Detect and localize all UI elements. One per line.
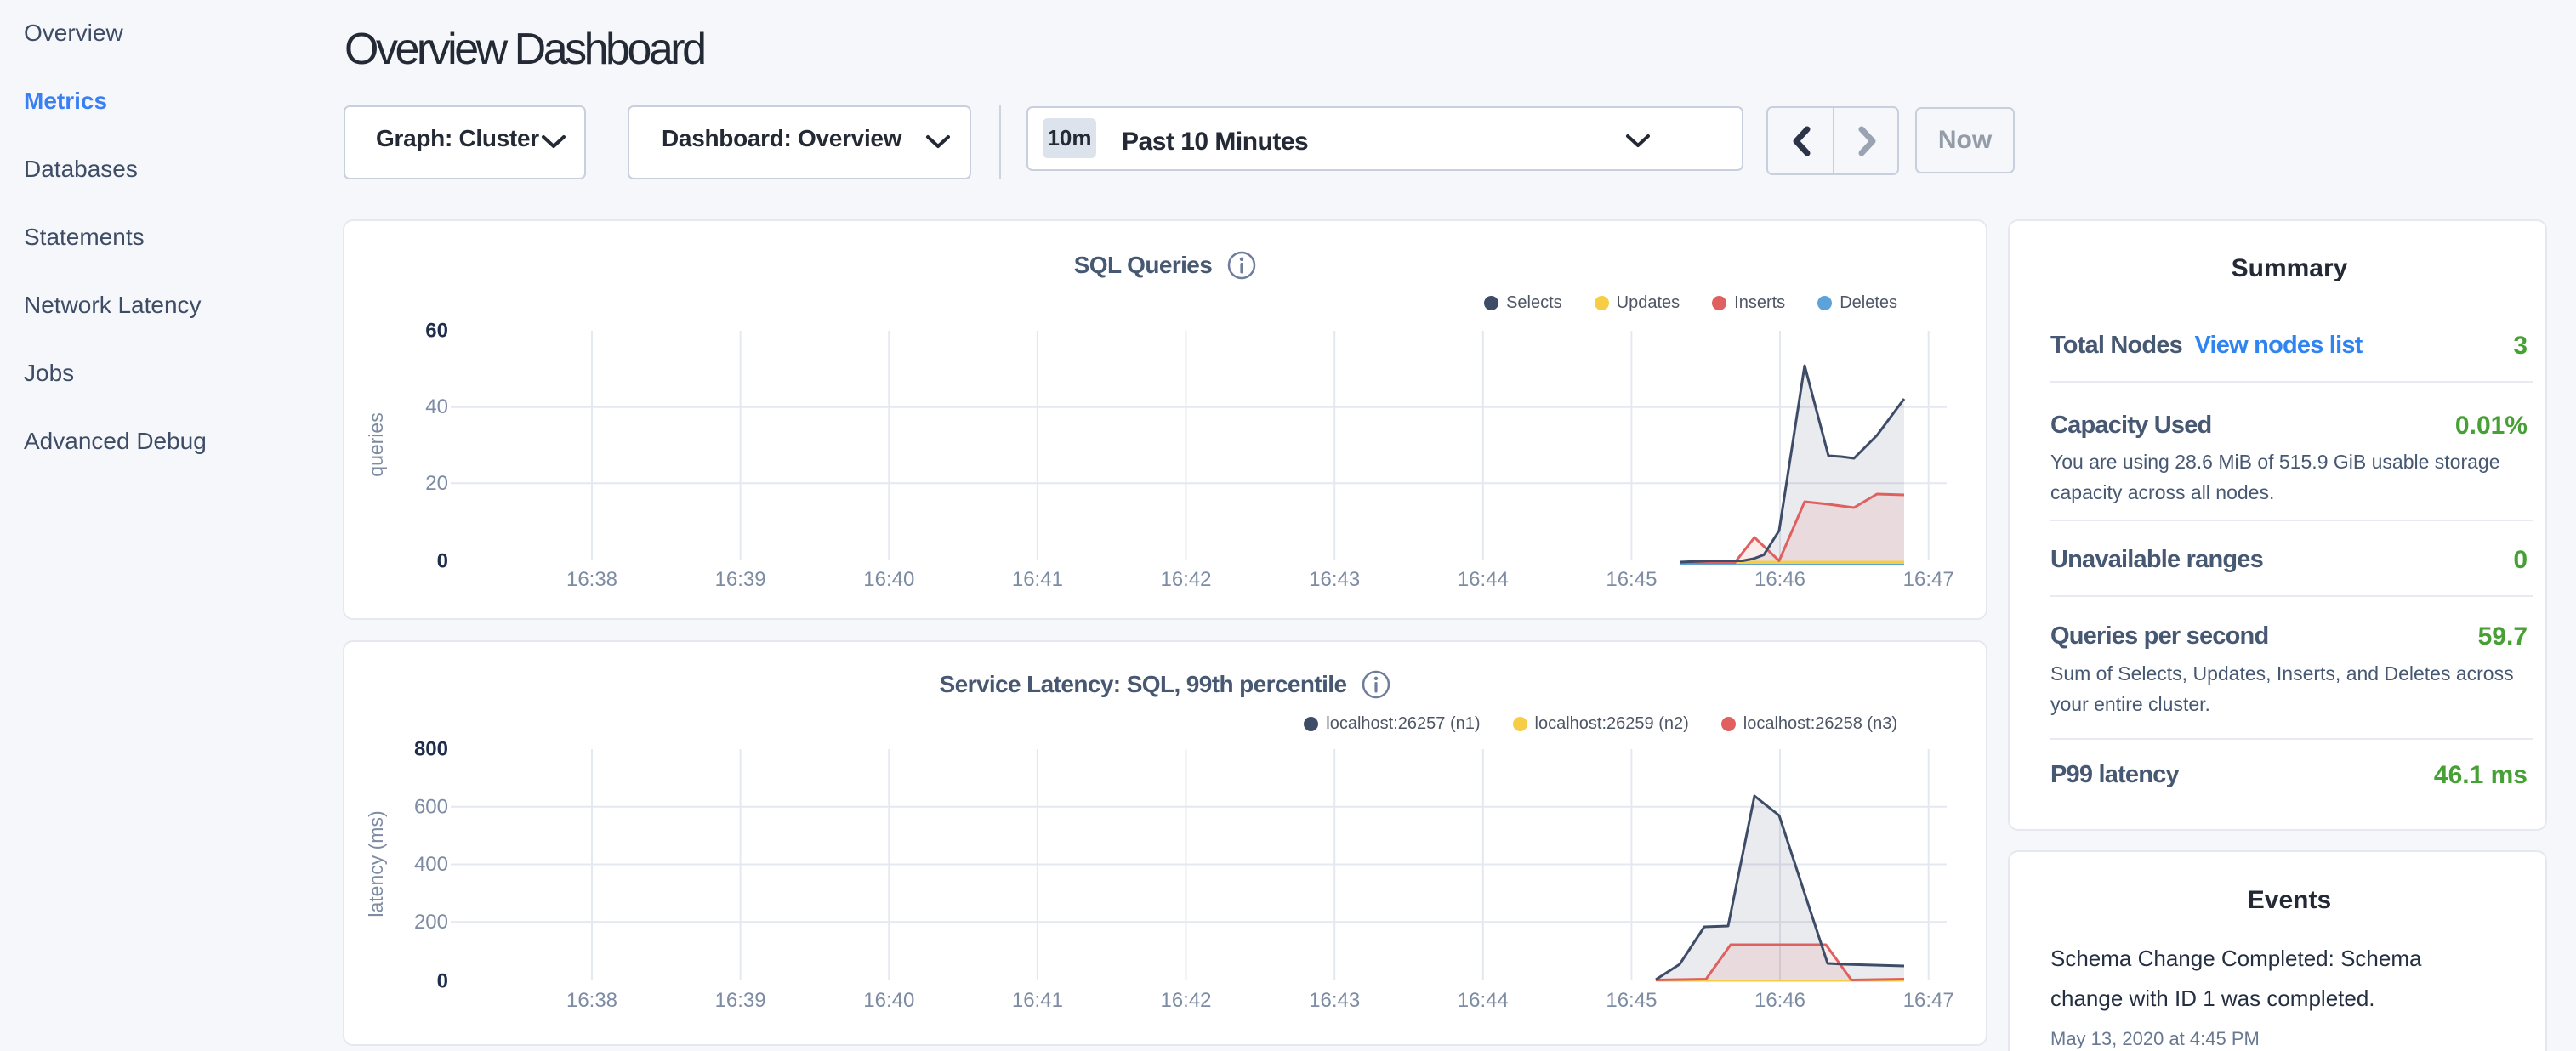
svg-text:16:43: 16:43 — [1309, 989, 1360, 1012]
svg-text:16:43: 16:43 — [1309, 568, 1360, 591]
svg-text:16:47: 16:47 — [1903, 989, 1954, 1012]
svg-text:40: 40 — [425, 395, 448, 418]
svg-text:600: 600 — [414, 795, 448, 818]
svg-text:16:39: 16:39 — [715, 568, 766, 591]
svg-text:16:39: 16:39 — [715, 989, 766, 1012]
svg-text:16:45: 16:45 — [1606, 568, 1657, 591]
svg-text:16:38: 16:38 — [566, 568, 617, 591]
svg-text:16:40: 16:40 — [863, 989, 914, 1012]
svg-text:queries: queries — [365, 412, 387, 476]
svg-text:latency (ms): latency (ms) — [365, 810, 387, 917]
svg-text:16:40: 16:40 — [863, 568, 914, 591]
svg-text:16:38: 16:38 — [566, 989, 617, 1012]
svg-text:16:44: 16:44 — [1458, 568, 1509, 591]
svg-text:20: 20 — [425, 472, 448, 495]
svg-text:16:42: 16:42 — [1160, 989, 1211, 1012]
svg-text:800: 800 — [414, 738, 448, 761]
svg-text:400: 400 — [414, 853, 448, 876]
svg-text:16:46: 16:46 — [1754, 568, 1805, 591]
svg-text:0: 0 — [437, 970, 448, 993]
svg-text:60: 60 — [425, 320, 448, 343]
svg-text:0: 0 — [437, 550, 448, 573]
svg-text:16:45: 16:45 — [1606, 989, 1657, 1012]
svg-text:16:44: 16:44 — [1458, 989, 1509, 1012]
svg-text:16:41: 16:41 — [1012, 989, 1063, 1012]
svg-text:16:42: 16:42 — [1160, 568, 1211, 591]
svg-text:16:46: 16:46 — [1754, 989, 1805, 1012]
svg-text:16:47: 16:47 — [1903, 568, 1954, 591]
svg-text:16:41: 16:41 — [1012, 568, 1063, 591]
svg-text:200: 200 — [414, 911, 448, 934]
